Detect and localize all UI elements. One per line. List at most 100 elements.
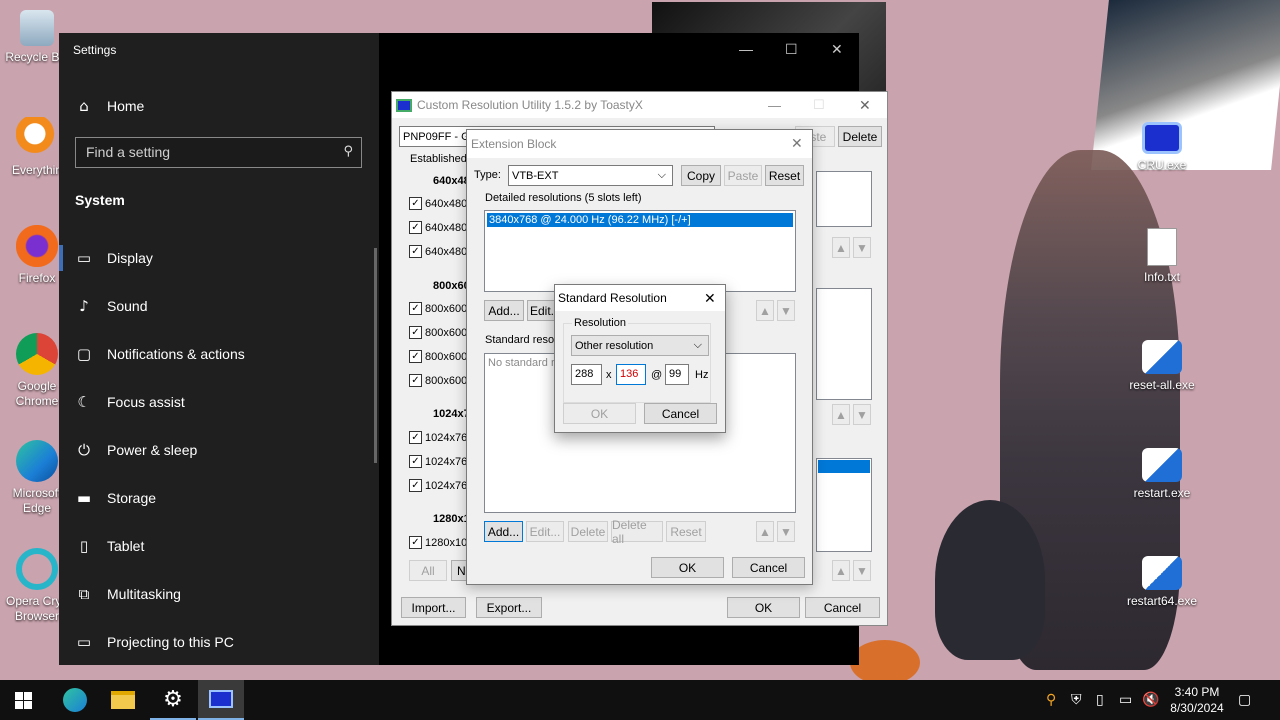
move-down-button[interactable]: ▼ — [777, 300, 795, 321]
nav-item-storage[interactable]: ▬ Storage — [59, 478, 379, 518]
move-down-button[interactable]: ▼ — [853, 237, 871, 258]
move-down-button[interactable]: ▼ — [853, 404, 871, 425]
move-down-button[interactable]: ▼ — [853, 560, 871, 581]
none-button[interactable]: N — [451, 560, 467, 581]
minimize-icon[interactable]: — — [768, 98, 781, 113]
desktop-icon-restart64[interactable]: restart64.exe — [1125, 556, 1199, 609]
ext-titlebar: Extension Block ✕ — [467, 130, 812, 158]
chevron-down-icon: ⌵ — [693, 338, 702, 351]
standard-edit-button[interactable]: Edit... — [526, 521, 564, 542]
resolution-select[interactable]: Other resolution ⌵ — [571, 335, 709, 356]
mode-checkbox[interactable]: ✓ 800x600 — [409, 350, 467, 363]
close-icon[interactable]: ✕ — [859, 97, 871, 114]
detailed-edit-button[interactable]: Edit... — [527, 300, 561, 321]
notification-center-icon[interactable]: ▢ — [1238, 692, 1251, 708]
taskbar-edge[interactable] — [52, 680, 98, 720]
desktop-icon-info[interactable]: Info.txt — [1125, 228, 1199, 285]
extension-list-peek[interactable] — [816, 458, 872, 552]
nav-item-power[interactable]: ⏻ Power & sleep — [59, 430, 379, 470]
nav-item-sound[interactable]: ♪ Sound — [59, 286, 379, 326]
settings-nav: Settings ⌂ Home Find a setting ⚲ System … — [59, 33, 379, 665]
clock[interactable]: 3:40 PM 8/30/2024 — [1161, 684, 1233, 716]
move-down-button[interactable]: ▼ — [777, 521, 795, 542]
all-button[interactable]: All — [409, 560, 447, 581]
shield-exe-icon — [1142, 556, 1182, 590]
standard-delete-all-button[interactable]: Delete all — [611, 518, 663, 546]
close-icon[interactable]: ✕ — [831, 41, 843, 58]
std-cancel-button[interactable]: Cancel — [644, 403, 717, 424]
network-icon[interactable]: ▭ — [1119, 692, 1132, 708]
export-button[interactable]: Export... — [476, 597, 542, 618]
mode-checkbox[interactable]: ✓ 1024x76 — [409, 455, 467, 468]
close-icon[interactable]: ✕ — [791, 135, 803, 152]
move-up-button[interactable]: ▲ — [832, 404, 850, 425]
import-button[interactable]: Import... — [401, 597, 466, 618]
nav-item-projecting[interactable]: ▭ Projecting to this PC — [59, 622, 379, 662]
delete-monitor-button[interactable]: Delete — [838, 126, 882, 147]
copy-button[interactable]: Copy — [681, 165, 721, 186]
ok-button[interactable]: OK — [727, 597, 800, 618]
volume-muted-icon[interactable]: 🔇 — [1142, 692, 1159, 708]
taskbar-file-explorer[interactable] — [100, 680, 146, 720]
desktop-icon-restart[interactable]: restart.exe — [1125, 448, 1199, 501]
height-input[interactable]: 136 — [616, 364, 646, 385]
resolution-group-label: Resolution — [572, 317, 628, 329]
type-select[interactable]: VTB-EXT ⌵ — [508, 165, 673, 186]
detailed-list-peek[interactable] — [816, 171, 872, 227]
std-ok-button[interactable]: OK — [563, 403, 636, 424]
check-icon: ✓ — [409, 221, 422, 234]
nav-home[interactable]: ⌂ Home — [59, 86, 379, 126]
firefox-icon — [16, 225, 58, 267]
desktop-icon-cru[interactable]: CRU.exe — [1125, 122, 1199, 173]
move-up-button[interactable]: ▲ — [756, 521, 774, 542]
taskbar-cru[interactable] — [198, 680, 244, 720]
shield-icon[interactable]: ⛨ — [1071, 692, 1082, 708]
detailed-resolution-item[interactable]: 3840x768 @ 24.000 Hz (96.22 MHz) [-/+] — [487, 213, 793, 227]
mode-checkbox[interactable]: ✓ 800x600 — [409, 326, 467, 339]
mode-checkbox[interactable]: ✓ 800x600 — [409, 302, 467, 315]
detailed-resolutions-list[interactable]: 3840x768 @ 24.000 Hz (96.22 MHz) [-/+] — [484, 210, 796, 292]
mode-checkbox[interactable]: ✓ 1024x76 — [409, 479, 467, 492]
search-input[interactable]: Find a setting ⚲ — [75, 137, 362, 168]
group-header: 640x48 — [433, 175, 470, 187]
mode-checkbox[interactable]: ✓ 640x480 — [409, 221, 467, 234]
width-input[interactable]: 288 — [571, 364, 602, 385]
mode-checkbox[interactable]: ✓ 1280x10 — [409, 536, 467, 549]
desktop-icon-reset-all[interactable]: reset-all.exe — [1125, 340, 1199, 393]
nav-item-notifications[interactable]: ▢ Notifications & actions — [59, 334, 379, 374]
cancel-button[interactable]: Cancel — [805, 597, 880, 618]
maximize-icon[interactable]: ☐ — [785, 41, 798, 58]
nav-item-display[interactable]: ▭ Display — [59, 238, 379, 278]
taskbar-settings[interactable]: ⚙ — [150, 680, 196, 720]
nav-item-focus-assist[interactable]: ☾ Focus assist — [59, 382, 379, 422]
standard-reset-button[interactable]: Reset — [666, 521, 706, 542]
move-up-button[interactable]: ▲ — [756, 300, 774, 321]
refresh-input[interactable]: 99 — [665, 364, 689, 385]
standard-add-button[interactable]: Add... — [484, 521, 523, 542]
ext-cancel-button[interactable]: Cancel — [732, 557, 805, 578]
maximize-icon[interactable]: ☐ — [813, 97, 825, 113]
minimize-icon[interactable]: — — [739, 41, 753, 57]
reset-button[interactable]: Reset — [765, 165, 804, 186]
usb-icon[interactable]: ▯ — [1096, 692, 1104, 708]
nav-item-tablet[interactable]: ▯ Tablet — [59, 526, 379, 566]
cru-monitor-icon — [1142, 122, 1182, 154]
move-up-button[interactable]: ▲ — [832, 237, 850, 258]
close-icon[interactable]: ✕ — [704, 290, 716, 307]
mode-checkbox[interactable]: ✓ 1024x76 — [409, 431, 467, 444]
standard-list-peek[interactable] — [816, 288, 872, 400]
mode-checkbox[interactable]: ✓ 640x480 — [409, 197, 467, 210]
check-icon: ✓ — [409, 431, 422, 444]
move-up-button[interactable]: ▲ — [832, 560, 850, 581]
standard-delete-button[interactable]: Delete — [568, 521, 608, 542]
ext-ok-button[interactable]: OK — [651, 557, 724, 578]
moon-icon: ☾ — [77, 393, 91, 411]
search-icon[interactable]: ⚲ — [1046, 692, 1056, 708]
mode-checkbox[interactable]: ✓ 640x480 — [409, 245, 467, 258]
paste-button[interactable]: Paste — [724, 165, 762, 186]
nav-scrollbar[interactable] — [374, 248, 377, 463]
mode-checkbox[interactable]: ✓ 800x600 — [409, 374, 467, 387]
detailed-add-button[interactable]: Add... — [484, 300, 524, 321]
nav-item-multitasking[interactable]: ⧉ Multitasking — [59, 574, 379, 614]
start-button[interactable] — [0, 680, 46, 720]
